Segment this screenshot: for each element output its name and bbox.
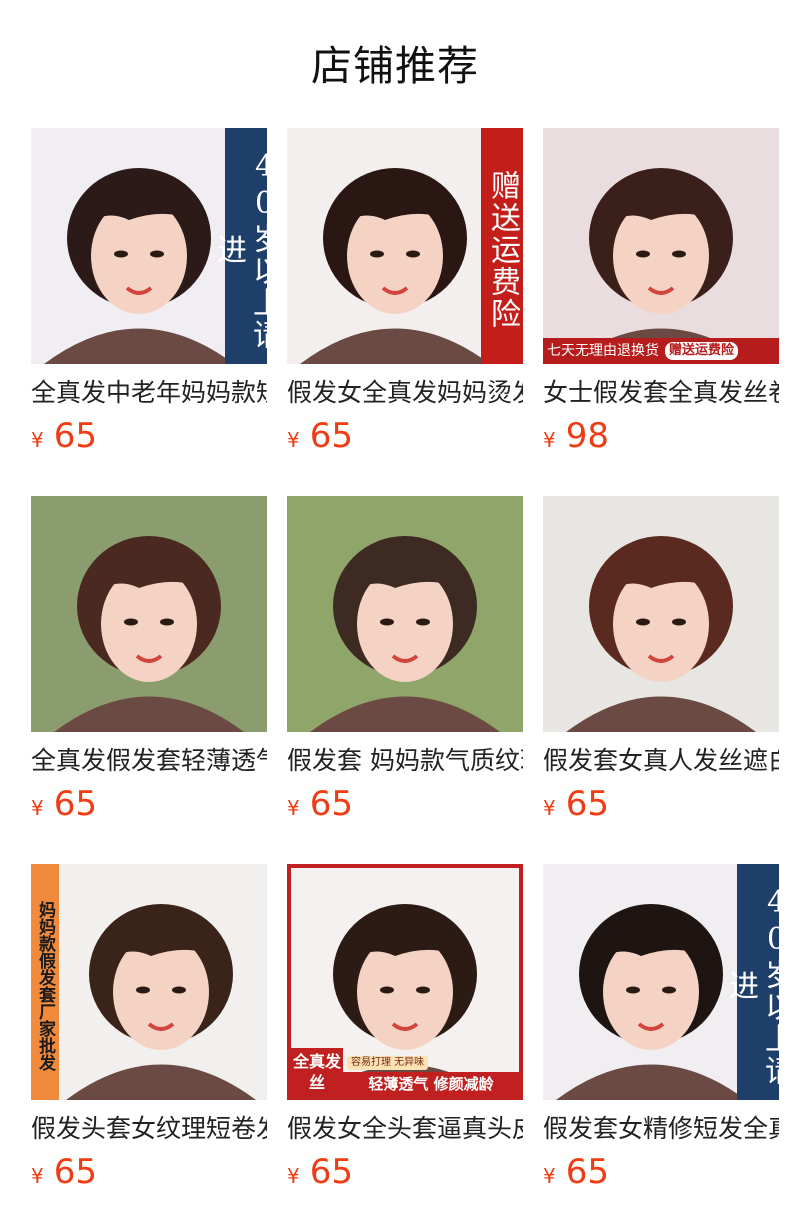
promo-banner: 40岁以上请进	[723, 864, 779, 1100]
return-policy-text: 七天无理由退换货	[547, 343, 659, 359]
product-image[interactable]: 全真发丝 容易打理 无异味轻薄透气 修颜减龄	[287, 864, 523, 1100]
product-image[interactable]	[287, 496, 523, 732]
product-image[interactable]: 40岁以上请进	[543, 864, 779, 1100]
product-name[interactable]: 全真发假发套轻薄透气短	[31, 744, 267, 778]
product-card[interactable]: 假发套女真人发丝遮白发 ¥65	[543, 496, 779, 864]
product-image[interactable]: 妈妈款假发套厂家批发	[31, 864, 267, 1100]
wig-model-photo	[31, 864, 267, 1100]
product-price: ¥65	[287, 784, 523, 828]
product-name[interactable]: 假发套 妈妈款气质纹理短	[287, 744, 523, 778]
product-name[interactable]: 假发套女精修短发全真发	[543, 1112, 779, 1146]
promo-banner: 40岁以上请进	[211, 128, 267, 364]
product-card[interactable]: 赠送运费险假发女全真发妈妈烫发短 ¥65	[287, 128, 523, 496]
price-value: 98	[565, 416, 609, 456]
currency-symbol: ¥	[543, 796, 556, 820]
price-value: 65	[309, 1152, 353, 1192]
return-policy-strip: 七天无理由退换货 赠送运费险	[543, 338, 779, 364]
product-card[interactable]: 全真发假发套轻薄透气短 ¥65	[31, 496, 267, 864]
price-value: 65	[565, 784, 609, 824]
wig-model-photo	[543, 128, 779, 364]
shipping-insurance-badge: 赠送运费险	[665, 342, 739, 360]
wig-model-photo	[287, 496, 523, 732]
product-price: ¥98	[543, 416, 779, 460]
promo-small-label: 容易打理 无异味	[347, 1056, 429, 1070]
store-recommend-page: 店铺推荐 40岁以上请进全真发中老年妈妈款短发¥65赠送运费险假发女全真发妈妈烫…	[0, 0, 790, 1232]
product-image[interactable]	[543, 496, 779, 732]
product-name[interactable]: 假发女全真发妈妈烫发短	[287, 376, 523, 410]
price-value: 65	[53, 416, 97, 456]
product-card[interactable]: 假发套 妈妈款气质纹理短 ¥65	[287, 496, 523, 864]
promo-main-label: 轻薄透气 修颜减龄	[343, 1072, 519, 1096]
currency-symbol: ¥	[31, 1164, 44, 1188]
currency-symbol: ¥	[543, 1164, 556, 1188]
currency-symbol: ¥	[287, 428, 300, 452]
promo-banner: 赠送运费险	[481, 128, 523, 364]
currency-symbol: ¥	[287, 796, 300, 820]
product-image[interactable]: 七天无理由退换货 赠送运费险	[543, 128, 779, 364]
page-title: 店铺推荐	[311, 42, 479, 90]
price-value: 65	[565, 1152, 609, 1192]
product-name[interactable]: 女士假发套全真发丝卷发	[543, 376, 779, 410]
product-price: ¥65	[287, 1152, 523, 1196]
product-card[interactable]: 妈妈款假发套厂家批发假发头套女纹理短卷发全 ¥65	[31, 864, 267, 1232]
wig-model-photo	[31, 496, 267, 732]
product-price: ¥65	[31, 1152, 267, 1196]
product-card[interactable]: 40岁以上请进假发套女精修短发全真发 ¥65	[543, 864, 779, 1232]
product-card[interactable]: 全真发丝容易打理 无异味轻薄透气 修颜减龄假发女全头套逼真头皮短 ¥65	[287, 864, 523, 1232]
price-value: 65	[309, 416, 353, 456]
product-price: ¥65	[543, 1152, 779, 1196]
product-grid: 40岁以上请进全真发中老年妈妈款短发¥65赠送运费险假发女全真发妈妈烫发短¥65…	[31, 128, 779, 1232]
product-card[interactable]: 40岁以上请进全真发中老年妈妈款短发 ¥65	[31, 128, 267, 496]
promo-box: 全真发丝 容易打理 无异味轻薄透气 修颜减龄	[287, 1048, 523, 1100]
currency-symbol: ¥	[287, 1164, 300, 1188]
price-value: 65	[309, 784, 353, 824]
currency-symbol: ¥	[543, 428, 556, 452]
product-name[interactable]: 假发女全头套逼真头皮短	[287, 1112, 523, 1146]
product-name[interactable]: 全真发中老年妈妈款短发	[31, 376, 267, 410]
product-price: ¥65	[287, 416, 523, 460]
promo-left-label: 全真发丝	[291, 1048, 343, 1096]
price-value: 65	[53, 784, 97, 824]
wig-model-photo	[543, 496, 779, 732]
product-price: ¥65	[31, 784, 267, 828]
product-image[interactable]: 赠送运费险	[287, 128, 523, 364]
currency-symbol: ¥	[31, 428, 44, 452]
product-price: ¥65	[31, 416, 267, 460]
product-card[interactable]: 七天无理由退换货赠送运费险女士假发套全真发丝卷发 ¥98	[543, 128, 779, 496]
product-price: ¥65	[543, 784, 779, 828]
product-name[interactable]: 假发套女真人发丝遮白发	[543, 744, 779, 778]
product-image[interactable]: 40岁以上请进	[31, 128, 267, 364]
currency-symbol: ¥	[31, 796, 44, 820]
product-image[interactable]	[31, 496, 267, 732]
promo-banner: 妈妈款假发套厂家批发	[31, 864, 59, 1100]
price-value: 65	[53, 1152, 97, 1192]
product-name[interactable]: 假发头套女纹理短卷发全	[31, 1112, 267, 1146]
